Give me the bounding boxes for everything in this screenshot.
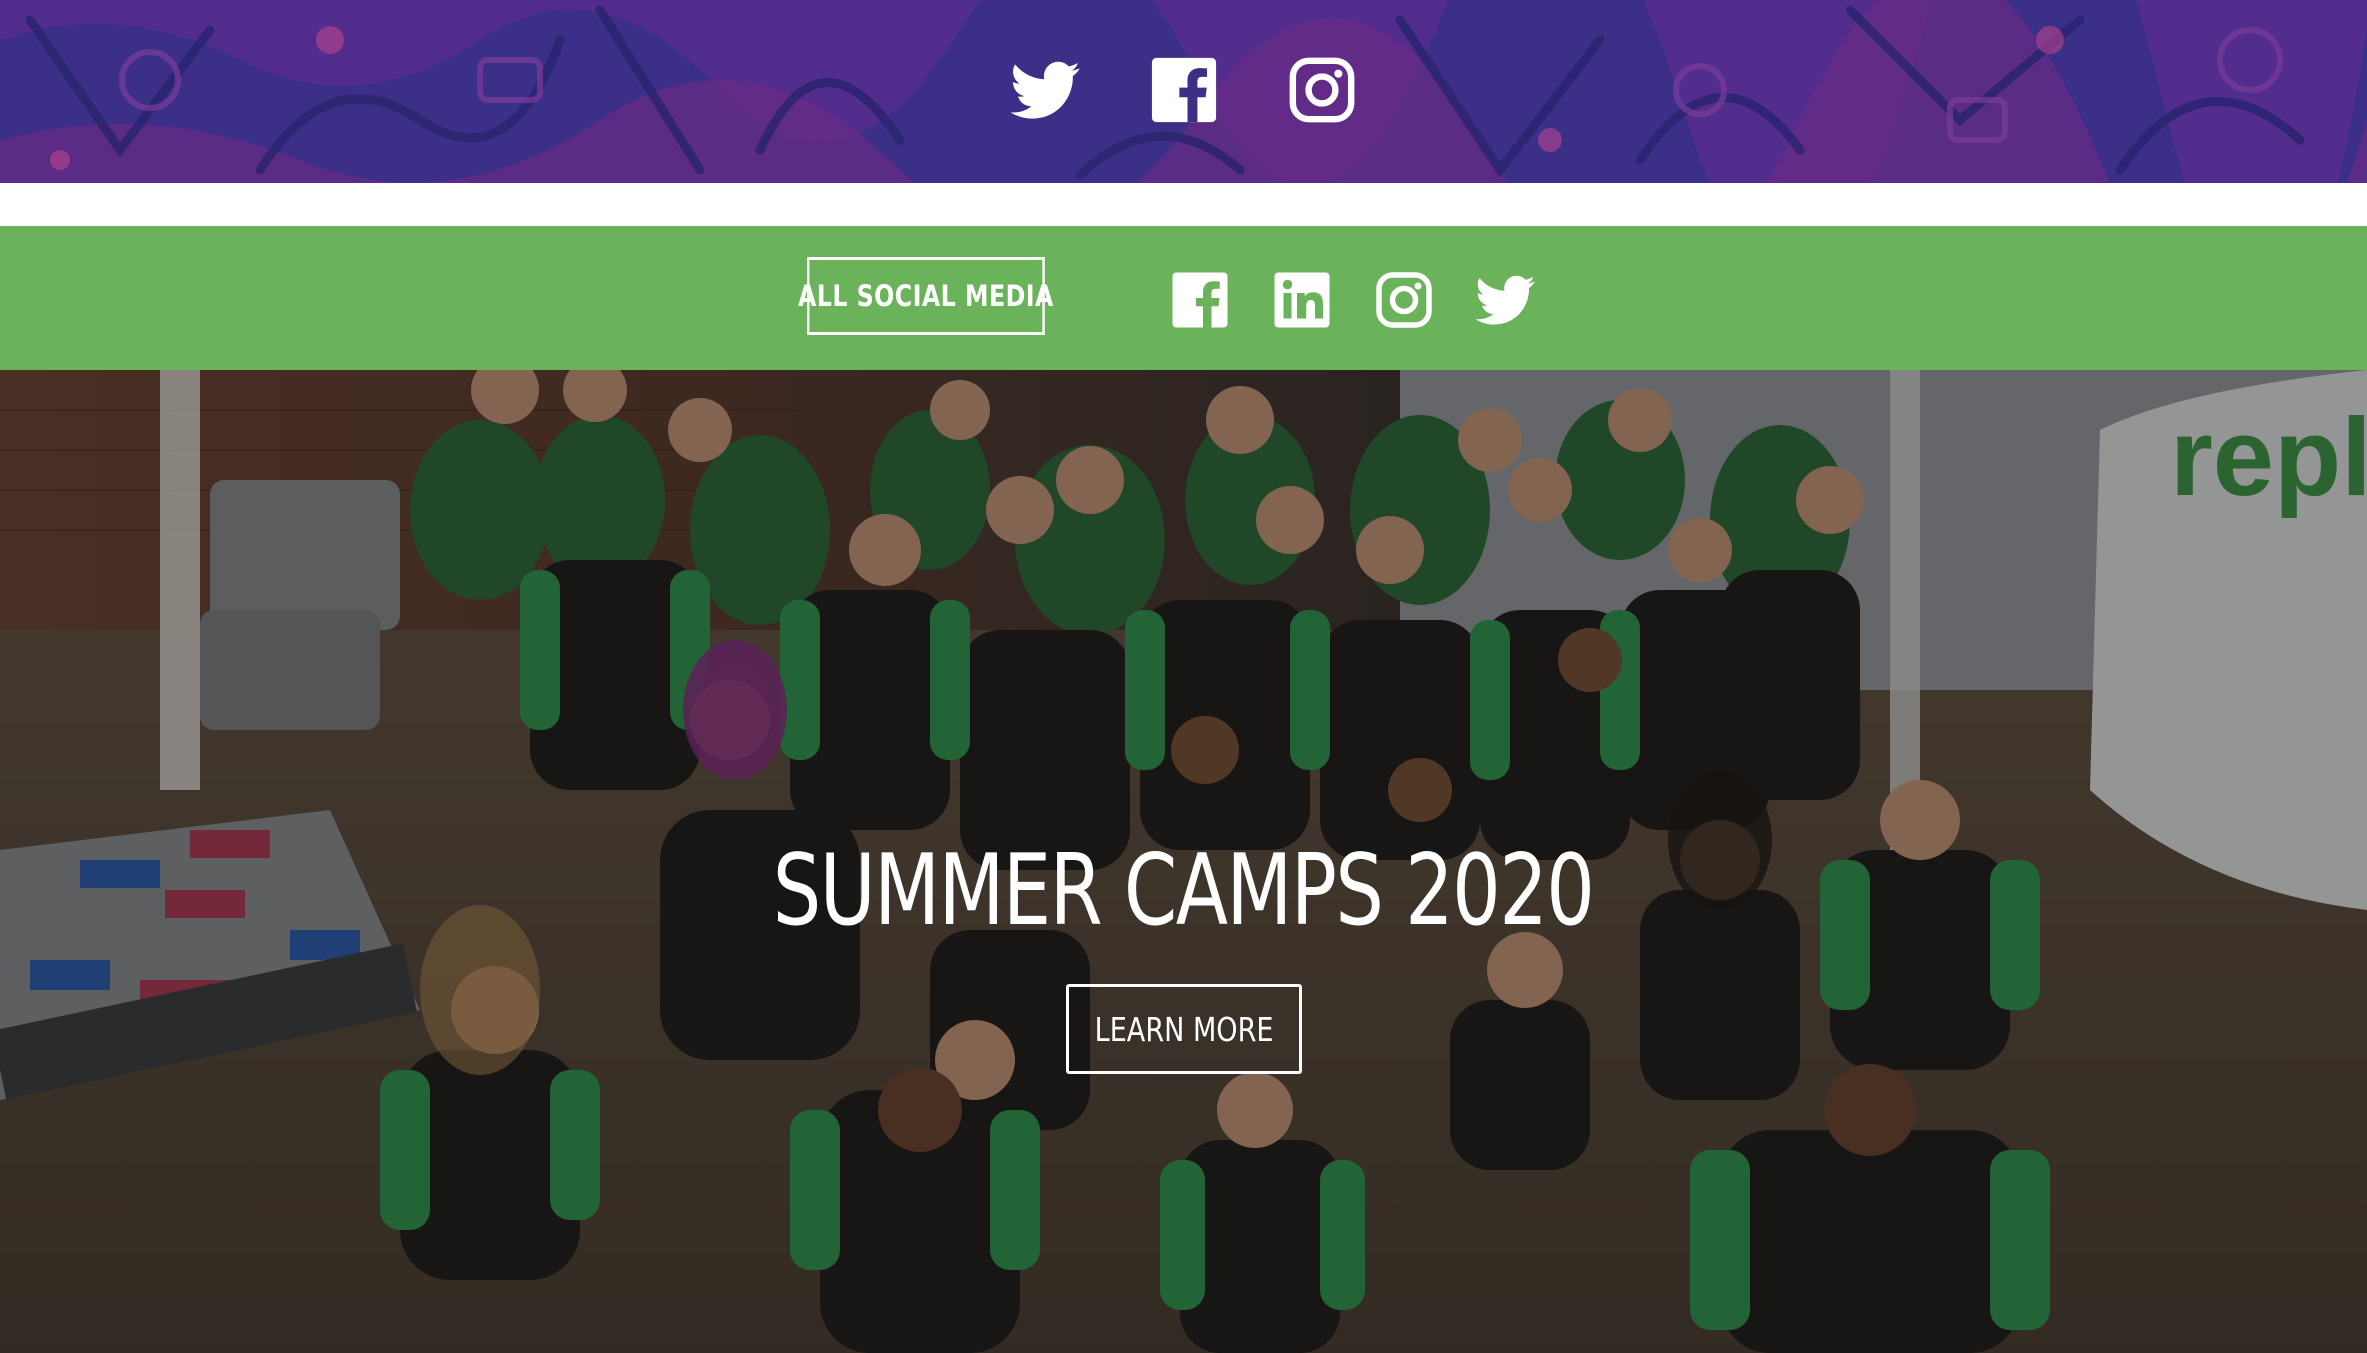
facebook-icon[interactable] [1149, 55, 1219, 125]
learn-more-label: LEARN MORE [1094, 1009, 1274, 1049]
header-social-links [0, 55, 2367, 125]
learn-more-button[interactable]: LEARN MORE [1066, 984, 1302, 1074]
all-social-media-label: ALL SOCIAL MEDIA [797, 279, 1054, 313]
instagram-icon[interactable] [1287, 55, 1357, 125]
instagram-icon[interactable] [1374, 270, 1434, 330]
social-media-bar: ALL SOCIAL MEDIA [0, 226, 2367, 370]
hero-banner: repla [0, 370, 2367, 1353]
linkedin-icon[interactable] [1272, 270, 1332, 330]
hero-title: SUMMER CAMPS 2020 [0, 842, 2367, 940]
top-banner [0, 0, 2367, 183]
all-social-media-button[interactable]: ALL SOCIAL MEDIA [798, 257, 1053, 335]
spacer [0, 183, 2367, 226]
facebook-icon[interactable] [1170, 270, 1230, 330]
twitter-icon[interactable] [1010, 55, 1081, 125]
twitter-icon[interactable] [1476, 270, 1536, 330]
hero-title-text: SUMMER CAMPS 2020 [773, 834, 1595, 948]
social-icons-row [1170, 268, 1536, 332]
